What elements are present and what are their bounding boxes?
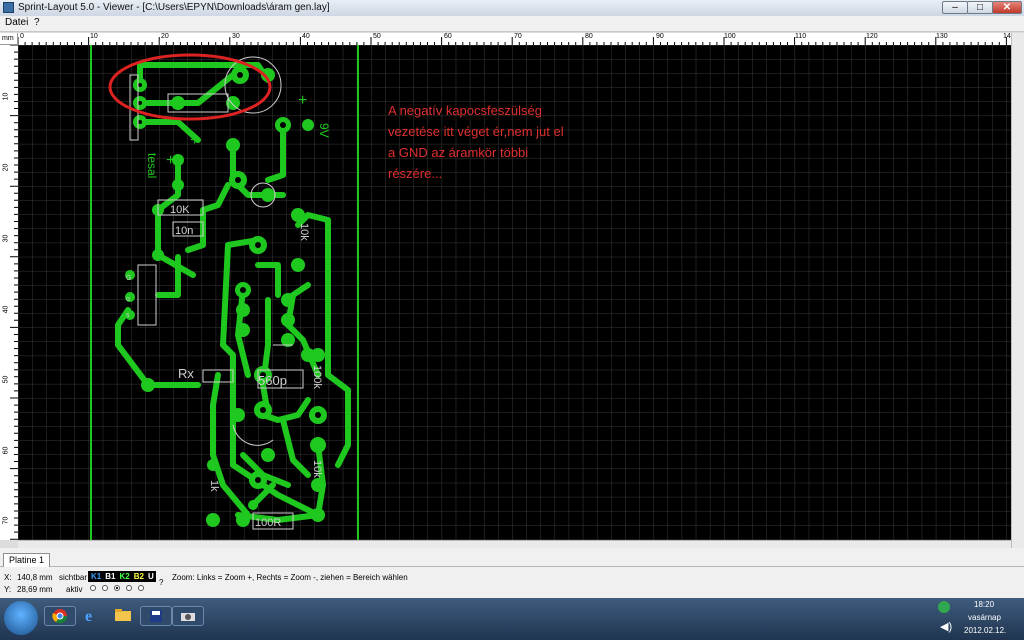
component-label: + bbox=[190, 132, 199, 149]
component-label: 10k bbox=[298, 223, 310, 241]
ruler-top-label: 120 bbox=[866, 33, 878, 40]
layer-visibility-toggles: K1 B1 K2 B2 U bbox=[88, 571, 156, 582]
tab-platine-1[interactable]: Platine 1 bbox=[3, 553, 51, 567]
ruler-left: 10 20 30 40 50 60 70 bbox=[0, 45, 19, 540]
layer-toggle-k1[interactable]: K1 bbox=[91, 572, 101, 581]
ruler-top-label: 90 bbox=[656, 33, 664, 40]
x-coordinate: 140,8 mm bbox=[17, 573, 53, 582]
y-coordinate: 28,69 mm bbox=[17, 585, 53, 594]
ruler-top-label: 10 bbox=[90, 33, 98, 40]
zoom-hint: Zoom: Links = Zoom +, Rechts = Zoom -, z… bbox=[172, 573, 408, 582]
vertical-scrollbar[interactable] bbox=[1011, 33, 1024, 548]
radio-active-k2[interactable] bbox=[114, 585, 120, 591]
ruler-left-label: 20 bbox=[2, 163, 10, 172]
ruler-top-label: 40 bbox=[302, 33, 310, 40]
component-label: Rx bbox=[178, 366, 194, 381]
chrome-icon[interactable] bbox=[44, 606, 76, 626]
close-button[interactable]: ✕ bbox=[992, 1, 1022, 14]
ruler-top-label: 50 bbox=[373, 33, 381, 40]
save-app-icon[interactable] bbox=[140, 606, 172, 626]
component-label: 10n bbox=[175, 225, 193, 237]
app-icon bbox=[3, 2, 14, 13]
radio-active-b2[interactable] bbox=[126, 585, 132, 591]
component-label: 100R bbox=[255, 517, 281, 529]
component-label: 1k bbox=[208, 480, 220, 492]
radio-active-u[interactable] bbox=[138, 585, 144, 591]
explorer-icon[interactable] bbox=[108, 606, 138, 624]
component-label: 560p bbox=[258, 373, 287, 388]
title-bar: Sprint-Layout 5.0 - Viewer - [C:\Users\E… bbox=[0, 0, 1024, 17]
component-label: 10K bbox=[170, 204, 190, 216]
ruler-top-label: 20 bbox=[161, 33, 169, 40]
annotation-line: A negatív kapocsfeszülség bbox=[388, 103, 542, 118]
layer-toggle-b2[interactable]: B2 bbox=[134, 572, 144, 581]
component-label: tesal bbox=[145, 153, 159, 178]
ruler-top-label: 80 bbox=[585, 33, 593, 40]
minimize-button[interactable]: – bbox=[942, 1, 968, 14]
window-title: Sprint-Layout 5.0 - Viewer - [C:\Users\E… bbox=[18, 2, 330, 13]
radio-active-b1[interactable] bbox=[102, 585, 108, 591]
ruler-left-label: 60 bbox=[2, 446, 10, 455]
menu-datei[interactable]: Datei bbox=[5, 17, 28, 28]
radio-active-k1[interactable] bbox=[90, 585, 96, 591]
maximize-button[interactable]: □ bbox=[967, 1, 993, 14]
ruler-top-label: 70 bbox=[514, 33, 522, 40]
volume-icon[interactable]: ◀) bbox=[940, 620, 952, 633]
ruler-top-label: 30 bbox=[232, 33, 240, 40]
ruler-top-label: 0 bbox=[20, 33, 24, 40]
ruler-left-label: 10 bbox=[2, 92, 10, 101]
clock-time: 18:20 bbox=[974, 600, 995, 609]
menu-bar: Datei ? bbox=[0, 16, 1024, 32]
ruler-left-label: 30 bbox=[2, 234, 10, 243]
ruler-top-label: 130 bbox=[936, 33, 948, 40]
pin-label: G bbox=[126, 275, 131, 282]
pcb-canvas[interactable]: 10K 10n Rx 560p 100R 10k 100k 10k 1k 9V … bbox=[18, 45, 1011, 540]
component-label: 9V bbox=[317, 123, 331, 138]
ie-icon[interactable]: e bbox=[76, 606, 106, 624]
help-question[interactable]: ? bbox=[159, 578, 163, 587]
pin-label: o bbox=[126, 296, 130, 303]
svg-text:e: e bbox=[85, 608, 92, 623]
y-label: Y: bbox=[4, 585, 12, 594]
ruler-top-label: 60 bbox=[444, 33, 452, 40]
tab-row: Platine 1 bbox=[0, 548, 1024, 567]
taskbar: e ◀) 18:20 vasárnap 2012.02.12. bbox=[0, 598, 1024, 640]
ruler-top-label: 110 bbox=[795, 33, 807, 40]
layer-toggle-k2[interactable]: K2 bbox=[119, 572, 129, 581]
start-orb-icon[interactable] bbox=[4, 601, 38, 635]
component-label: + bbox=[166, 152, 175, 169]
pin-label: s bbox=[126, 312, 130, 319]
ruler-left-label: 70 bbox=[2, 516, 10, 525]
annotation-line: a GND az áramkör többi bbox=[388, 145, 528, 160]
ruler-unit: mm bbox=[0, 33, 18, 45]
component-label: 10k bbox=[311, 460, 323, 478]
sichtbar-label: sichtbar bbox=[59, 573, 88, 582]
clock-day: vasárnap bbox=[968, 613, 1001, 622]
active-layer-radios bbox=[90, 585, 144, 591]
ruler-left-label: 50 bbox=[2, 375, 10, 384]
clock-date: 2012.02.12. bbox=[964, 626, 1007, 635]
annotation-line: részére... bbox=[388, 166, 442, 181]
annotation-line: vezetése itt véget ér,nem jut el bbox=[388, 124, 564, 139]
component-label: 100k bbox=[311, 365, 323, 389]
aktiv-label: aktiv bbox=[66, 585, 83, 594]
layer-toggle-u[interactable]: U bbox=[148, 572, 154, 581]
menu-help[interactable]: ? bbox=[34, 17, 40, 28]
torrent-icon[interactable] bbox=[938, 601, 950, 613]
ruler-left-label: 40 bbox=[2, 305, 10, 314]
layer-toggle-b1[interactable]: B1 bbox=[105, 572, 115, 581]
component-label: + bbox=[298, 92, 307, 109]
camera-app-icon[interactable] bbox=[172, 606, 204, 626]
x-label: X: bbox=[4, 573, 12, 582]
ruler-top-label: 100 bbox=[724, 33, 736, 40]
